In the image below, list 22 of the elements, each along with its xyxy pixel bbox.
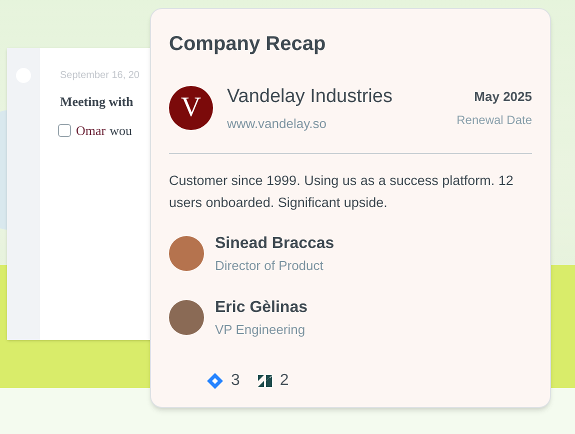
note-title: Meeting with xyxy=(60,93,134,111)
contact-role: Director of Product xyxy=(215,257,324,275)
avatar-photo-placeholder xyxy=(169,300,204,335)
company-logo: V xyxy=(169,86,213,130)
renewal-date: May 2025 xyxy=(474,88,532,106)
task-checkbox[interactable] xyxy=(58,124,71,137)
task-text: wou xyxy=(110,122,132,140)
contact-role: VP Engineering xyxy=(215,320,306,339)
mention-name: Omar xyxy=(76,122,106,140)
company-website[interactable]: www.vandelay.so xyxy=(227,114,392,133)
avatar-photo-placeholder xyxy=(169,236,204,272)
zigzag-icon xyxy=(258,375,272,387)
renewal-label: Renewal Date xyxy=(456,112,532,130)
contact-name: Eric Gèlinas xyxy=(215,298,308,318)
note-date: September 16, 20 xyxy=(60,69,140,83)
integration-count: 2 xyxy=(280,371,289,391)
integration-count: 3 xyxy=(231,371,240,391)
contact-name: Sinead Braccas xyxy=(215,234,334,254)
recap-title: Company Recap xyxy=(169,32,327,57)
diamond-icon xyxy=(207,373,223,389)
company-name: Vandelay Industries xyxy=(227,85,392,109)
company-summary: Customer since 1999. Using us as a success platform. 12 users onboarded. Significant upside. xyxy=(169,172,514,212)
